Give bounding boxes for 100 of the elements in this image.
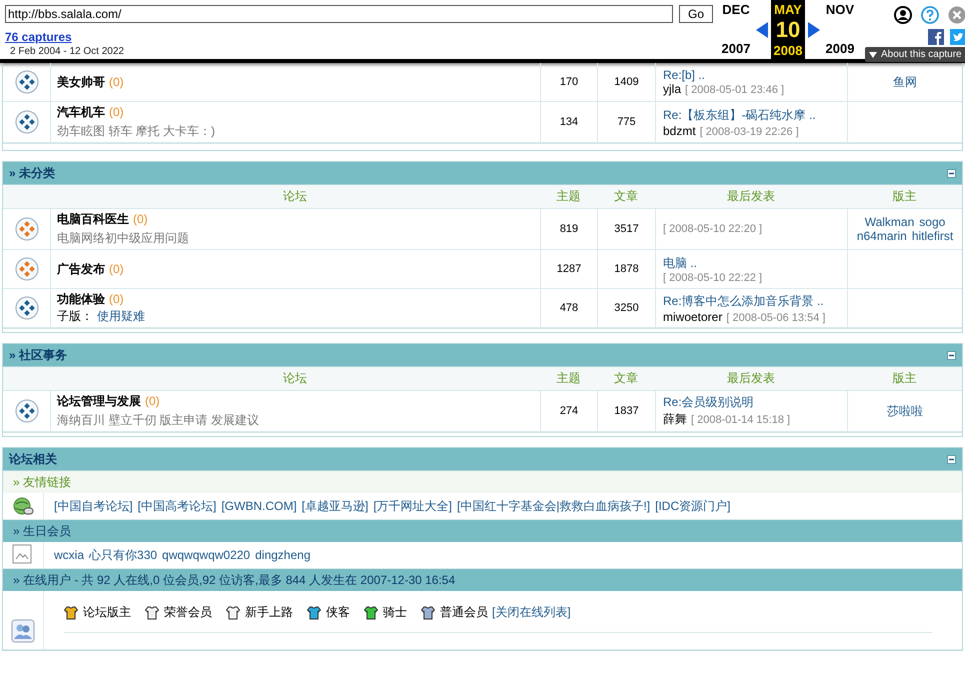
- member-group-label: 荣誉会员: [164, 604, 212, 621]
- member-group-label: 新手上路: [245, 604, 293, 621]
- about-capture-button[interactable]: About this capture: [865, 47, 965, 62]
- member-group-label: 普通会员: [440, 604, 488, 621]
- year-label[interactable]: 2007: [722, 41, 750, 59]
- column-header: 最后发表: [655, 185, 847, 209]
- column-header: [3, 367, 50, 391]
- section-title[interactable]: 论坛相关: [9, 450, 57, 468]
- last-post-date: [ 2008-05-10 22:20 ]: [663, 223, 762, 235]
- subsection-title: » 生日会员: [13, 522, 72, 540]
- today-count: (0): [109, 105, 124, 119]
- member-link[interactable]: qwqwqwqw0220: [162, 548, 250, 562]
- member-group-label: 骑士: [383, 604, 407, 621]
- last-post-author[interactable]: bdzmt: [663, 124, 696, 138]
- member-link[interactable]: 心只有你330: [89, 546, 158, 564]
- image-icon: [12, 544, 34, 566]
- last-post-author[interactable]: miwoetorer: [663, 310, 722, 324]
- close-icon[interactable]: [948, 6, 965, 24]
- today-count: (0): [145, 394, 160, 408]
- post-count: 1409: [614, 76, 639, 88]
- calendar-month[interactable]: DEC 2007: [719, 0, 754, 59]
- go-button[interactable]: Go: [679, 5, 714, 23]
- last-post-author[interactable]: 薛舞: [663, 411, 687, 428]
- last-post-link[interactable]: Re:【板东组】-碣石纯水摩 ..: [663, 106, 841, 124]
- date-range: 2 Feb 2004 - 12 Oct 2022: [10, 46, 125, 57]
- friend-link[interactable]: [IDC资源门户]: [655, 498, 730, 514]
- friend-link[interactable]: [卓越亚马逊]: [302, 498, 368, 514]
- column-header: 文章: [597, 367, 655, 391]
- member-link[interactable]: wcxia: [54, 548, 84, 562]
- member-group-label: 侠客: [326, 604, 350, 621]
- day-label: 10: [776, 17, 800, 43]
- last-post-link[interactable]: Re:[b] ..: [663, 68, 841, 82]
- moderator-link[interactable]: n64marin: [856, 229, 907, 243]
- column-header: 主题: [540, 185, 597, 209]
- topic-count: 170: [560, 76, 578, 88]
- last-post-date: [ 2008-03-19 22:26 ]: [700, 126, 799, 138]
- column-header: 论坛: [50, 367, 540, 391]
- friend-link[interactable]: [万千网址大全]: [373, 498, 452, 514]
- post-count: 1837: [614, 405, 639, 417]
- subforum-link[interactable]: 使用疑难: [97, 308, 145, 325]
- forum-name-link[interactable]: 电脑百科医生: [57, 211, 129, 228]
- close-online-list-link[interactable]: [关闭在线列表]: [492, 604, 571, 621]
- moderator-link[interactable]: 鱼网: [893, 74, 917, 90]
- today-count: (0): [133, 212, 148, 226]
- last-post-date: [ 2008-05-10 22:22 ]: [663, 272, 762, 284]
- moderator-link[interactable]: hitlefirst: [912, 229, 954, 243]
- forum-description: 劲车眩图 轿车 摩托 大卡车：): [57, 123, 216, 140]
- facebook-icon[interactable]: [928, 29, 944, 45]
- user-icon[interactable]: [894, 6, 912, 24]
- friend-link[interactable]: [中国红十字基金会|救救白血病孩子!]: [457, 498, 650, 514]
- forum-name-link[interactable]: 功能体验: [57, 291, 105, 308]
- collapse-icon[interactable]: [947, 454, 956, 464]
- friend-link[interactable]: [中国高考论坛]: [138, 498, 216, 514]
- next-arrow-icon[interactable]: [808, 22, 820, 38]
- forum-name-link[interactable]: 汽车机车: [57, 104, 105, 121]
- column-header: 版主: [847, 185, 962, 209]
- collapse-icon[interactable]: [947, 350, 956, 360]
- month-label[interactable]: DEC: [722, 2, 750, 17]
- moderator-link[interactable]: Walkman: [864, 215, 914, 229]
- twitter-icon[interactable]: [950, 29, 965, 45]
- collapse-icon[interactable]: [947, 168, 956, 178]
- last-post-link[interactable]: Re:会员级别说明: [663, 394, 841, 411]
- column-header: 版主: [847, 367, 962, 391]
- topic-count: 134: [560, 116, 578, 128]
- previous-arrow-icon[interactable]: [756, 22, 768, 38]
- today-count: (0): [109, 74, 124, 88]
- forum-name-link[interactable]: 美女帅哥: [57, 74, 105, 90]
- captures-link[interactable]: 76 captures: [5, 30, 72, 44]
- column-header: 论坛: [50, 185, 540, 209]
- last-post-author[interactable]: yjla: [663, 82, 682, 96]
- last-post-link[interactable]: Re:博客中怎么添加音乐背景 ..: [663, 292, 841, 310]
- last-post-date: [ 2008-05-06 13:54 ]: [726, 312, 826, 324]
- post-count: 775: [617, 116, 636, 128]
- last-post-date: [ 2008-01-14 15:18 ]: [691, 414, 790, 426]
- url-field[interactable]: http://bbs.salala.com/: [5, 5, 673, 23]
- forum-name-link[interactable]: 广告发布: [57, 260, 105, 278]
- last-post-link[interactable]: 电脑 ..: [663, 254, 841, 272]
- year-label[interactable]: 2009: [826, 41, 854, 59]
- topic-count: 1287: [556, 263, 582, 275]
- friend-link[interactable]: [GWBN.COM]: [221, 499, 297, 513]
- subforum-label: 子版：: [57, 308, 93, 325]
- subsection-title: » 友情链接: [13, 474, 72, 490]
- member-link[interactable]: dingzheng: [255, 548, 310, 562]
- friend-link[interactable]: [中国自考论坛]: [54, 498, 133, 514]
- moderator-link[interactable]: 莎啦啦: [887, 402, 923, 420]
- month-label[interactable]: NOV: [826, 2, 854, 17]
- month-label[interactable]: MAY: [774, 2, 802, 17]
- topic-count: 274: [560, 405, 578, 417]
- today-count: (0): [109, 292, 124, 306]
- help-icon[interactable]: [920, 6, 939, 24]
- forum-name-link[interactable]: 论坛管理与发展: [57, 393, 141, 410]
- section-title[interactable]: » 未分类: [9, 164, 56, 182]
- year-label[interactable]: 2008: [774, 43, 802, 61]
- calendar-month[interactable]: NOV 2009: [823, 0, 858, 59]
- users-icon: [11, 619, 35, 643]
- today-count: (0): [109, 262, 124, 276]
- forum-description: 海纳百川 壁立千仞 版主申请 发展建议: [57, 412, 260, 429]
- section-title[interactable]: » 社区事务: [9, 346, 68, 364]
- moderator-link[interactable]: sogo: [919, 215, 946, 229]
- topic-count: 819: [560, 223, 578, 235]
